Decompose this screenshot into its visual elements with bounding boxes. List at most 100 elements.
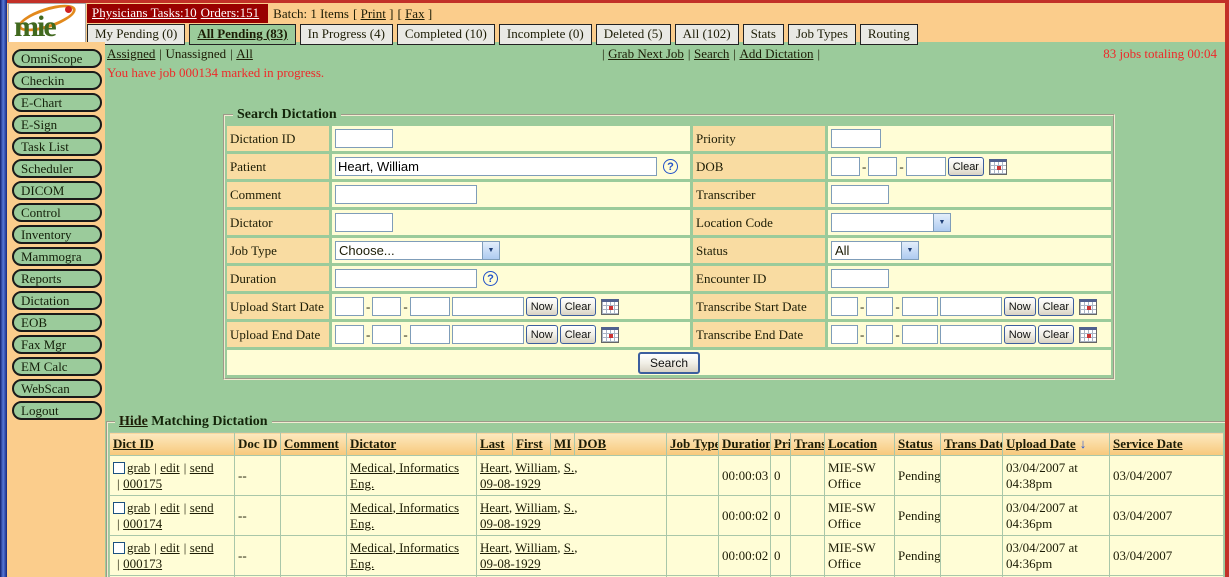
upload-end-month-input[interactable] xyxy=(335,325,364,344)
transcribe-end-day-input[interactable] xyxy=(866,325,893,344)
patient-help-icon[interactable]: ? xyxy=(663,159,678,174)
sidebar-item-logout[interactable]: Logout xyxy=(12,401,102,420)
column-header-status[interactable]: Status xyxy=(895,433,941,456)
sidebar-item-task-list[interactable]: Task List xyxy=(12,137,102,156)
comment-input[interactable] xyxy=(335,185,477,204)
hide-link[interactable]: Hide xyxy=(119,414,148,429)
physicians-tasks-link[interactable]: Physicians Tasks:10 xyxy=(92,5,197,20)
column-header-job-type[interactable]: Job Type xyxy=(667,433,719,456)
grab-next-job-link[interactable]: Grab Next Job xyxy=(608,46,684,61)
send-link[interactable]: send xyxy=(190,500,214,515)
patient-mi-link[interactable]: S. xyxy=(564,500,574,515)
encounter-id-input[interactable] xyxy=(831,269,889,288)
column-header-service-date[interactable]: Service Date xyxy=(1110,433,1224,456)
sidebar-item-dictation[interactable]: Dictation xyxy=(12,291,102,310)
transcribe-start-calendar-icon[interactable] xyxy=(1079,299,1097,315)
dictator-link[interactable]: Medical, Informatics Eng. xyxy=(350,500,459,531)
upload-start-day-input[interactable] xyxy=(372,297,401,316)
transcribe-start-clear-button[interactable]: Clear xyxy=(1038,297,1074,316)
grab-link[interactable]: grab xyxy=(127,460,150,475)
transcribe-start-month-input[interactable] xyxy=(831,297,858,316)
upload-end-now-button[interactable]: Now xyxy=(526,325,558,344)
sidebar-item-mammogra[interactable]: Mammogra xyxy=(12,247,102,266)
upload-end-year-input[interactable] xyxy=(410,325,450,344)
grab-link[interactable]: grab xyxy=(127,500,150,515)
dict-id-link[interactable]: 000175 xyxy=(123,476,162,491)
transcribe-end-now-button[interactable]: Now xyxy=(1004,325,1036,344)
column-header-first[interactable]: First xyxy=(513,433,551,456)
upload-start-year-input[interactable] xyxy=(410,297,450,316)
patient-mi-link[interactable]: S. xyxy=(564,540,574,555)
patient-dob-link[interactable]: 09-08-1929 xyxy=(480,556,541,571)
sidebar-item-control[interactable]: Control xyxy=(12,203,102,222)
transcribe-end-year-input[interactable] xyxy=(902,325,938,344)
sidebar-item-e-chart[interactable]: E-Chart xyxy=(12,93,102,112)
status-select[interactable]: All xyxy=(831,241,919,260)
patient-dob-link[interactable]: 09-08-1929 xyxy=(480,516,541,531)
upload-end-time-input[interactable] xyxy=(452,325,524,344)
send-link[interactable]: send xyxy=(190,460,214,475)
send-link[interactable]: send xyxy=(190,540,214,555)
search-link[interactable]: Search xyxy=(694,46,729,61)
dob-clear-button[interactable]: Clear xyxy=(948,157,984,176)
print-link[interactable]: Print xyxy=(361,6,386,21)
sidebar-item-dicom[interactable]: DICOM xyxy=(12,181,102,200)
upload-start-time-input[interactable] xyxy=(452,297,524,316)
dictator-link[interactable]: Medical, Informatics Eng. xyxy=(350,460,459,491)
patient-dob-link[interactable]: 09-08-1929 xyxy=(480,476,541,491)
column-header-location[interactable]: Location xyxy=(825,433,895,456)
dict-id-link[interactable]: 000174 xyxy=(123,516,162,531)
upload-end-clear-button[interactable]: Clear xyxy=(560,325,596,344)
column-header-dob[interactable]: DOB xyxy=(575,433,667,456)
patient-input[interactable] xyxy=(335,157,657,176)
patient-first-link[interactable]: William xyxy=(515,500,557,515)
column-header-comment[interactable]: Comment xyxy=(281,433,347,456)
transcribe-start-time-input[interactable] xyxy=(940,297,1002,316)
edit-link[interactable]: edit xyxy=(160,460,180,475)
patient-last-link[interactable]: Heart xyxy=(480,500,509,515)
add-dictation-link[interactable]: Add Dictation xyxy=(739,46,813,61)
grab-link[interactable]: grab xyxy=(127,540,150,555)
column-header-mi[interactable]: MI xyxy=(551,433,575,456)
sidebar-item-webscan[interactable]: WebScan xyxy=(12,379,102,398)
upload-start-month-input[interactable] xyxy=(335,297,364,316)
upload-end-calendar-icon[interactable] xyxy=(601,327,619,343)
sidebar-item-eob[interactable]: EOB xyxy=(12,313,102,332)
transcribe-end-calendar-icon[interactable] xyxy=(1079,327,1097,343)
patient-first-link[interactable]: William xyxy=(515,460,557,475)
transcribe-end-time-input[interactable] xyxy=(940,325,1002,344)
upload-start-clear-button[interactable]: Clear xyxy=(560,297,596,316)
sidebar-item-omniscope[interactable]: OmniScope xyxy=(12,49,102,68)
dictator-input[interactable] xyxy=(335,213,393,232)
location-code-select[interactable] xyxy=(831,213,951,232)
transcribe-end-clear-button[interactable]: Clear xyxy=(1038,325,1074,344)
column-header-trans[interactable]: Trans xyxy=(791,433,825,456)
edit-link[interactable]: edit xyxy=(160,540,180,555)
row-checkbox[interactable] xyxy=(113,502,125,514)
column-header-trans-date[interactable]: Trans Date xyxy=(941,433,1003,456)
search-button[interactable]: Search xyxy=(638,352,700,374)
orders-link[interactable]: Orders:151 xyxy=(201,5,260,20)
sidebar-item-checkin[interactable]: Checkin xyxy=(12,71,102,90)
dob-day-input[interactable] xyxy=(868,157,897,176)
dictator-link[interactable]: Medical, Informatics Eng. xyxy=(350,540,459,571)
dob-year-input[interactable] xyxy=(906,157,946,176)
patient-first-link[interactable]: William xyxy=(515,540,557,555)
upload-start-calendar-icon[interactable] xyxy=(601,299,619,315)
duration-help-icon[interactable]: ? xyxy=(483,271,498,286)
sidebar-item-scheduler[interactable]: Scheduler xyxy=(12,159,102,178)
sidebar-item-inventory[interactable]: Inventory xyxy=(12,225,102,244)
all-link[interactable]: All xyxy=(236,46,253,61)
mie-logo[interactable]: mie xyxy=(8,3,86,44)
assigned-link[interactable]: Assigned xyxy=(107,46,155,61)
dict-id-link[interactable]: 000173 xyxy=(123,556,162,571)
priority-input[interactable] xyxy=(831,129,881,148)
job-type-select[interactable]: Choose... xyxy=(335,241,500,260)
patient-mi-link[interactable]: S. xyxy=(564,460,574,475)
upload-end-day-input[interactable] xyxy=(372,325,401,344)
dob-month-input[interactable] xyxy=(831,157,860,176)
column-header-last[interactable]: Last xyxy=(477,433,513,456)
fax-link[interactable]: Fax xyxy=(405,6,425,21)
duration-input[interactable] xyxy=(335,269,477,288)
transcribe-start-day-input[interactable] xyxy=(866,297,893,316)
